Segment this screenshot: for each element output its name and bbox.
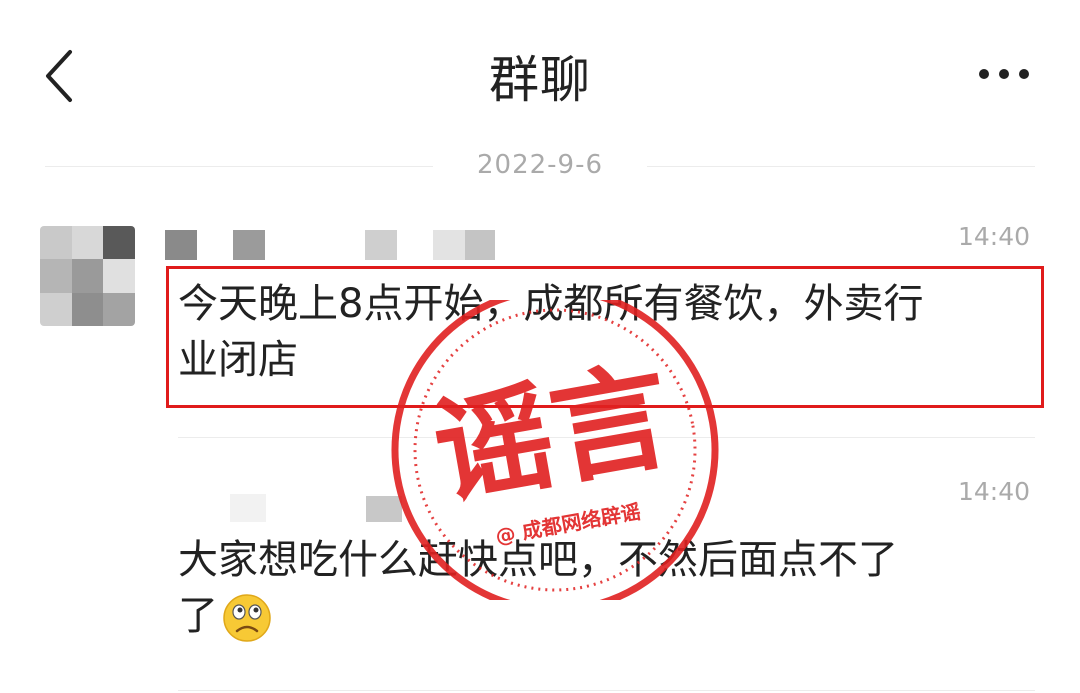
message-line-text: 了 [178,593,218,639]
sender-name-blurred [165,230,495,260]
date-divider: 2022-9-6 [45,148,1035,184]
divider-line [647,166,1035,167]
date-label: 2022-9-6 [476,150,603,180]
more-dots-icon [979,69,1029,79]
avatar[interactable] [40,226,135,326]
rumor-stamp: 谣言 @ 成都网络辟谣 [391,300,719,600]
message-time: 14:40 [958,477,1031,506]
message-time: 14:40 [958,222,1031,251]
page-title: 群聊 [489,51,591,109]
stamp-main-text: 谣言 [424,346,680,523]
frowning-face-emoji [223,594,271,642]
message-separator [178,690,1035,691]
more-button[interactable] [978,64,1030,84]
